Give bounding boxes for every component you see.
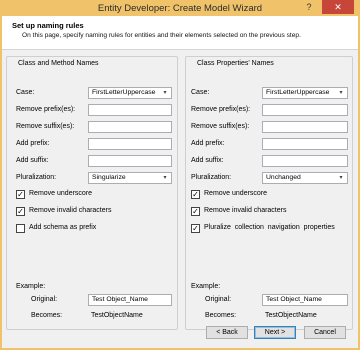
page-description: On this page, specify naming rules for e… — [22, 32, 301, 39]
remove-invalid-characters-checkbox[interactable]: ✓ — [191, 207, 200, 216]
case-select-value: FirstLetterUppercase — [92, 89, 156, 96]
add-suffix-label: Add suffix: — [16, 157, 49, 164]
chevron-down-icon: ▾ — [163, 90, 167, 96]
wizard-header: Set up naming rules On this page, specif… — [2, 16, 358, 50]
title-bar[interactable]: Entity Developer: Create Model Wizard ? … — [0, 0, 360, 16]
next-button[interactable]: Next > — [254, 326, 296, 339]
original-label: Original: — [31, 296, 58, 303]
back-button[interactable]: < Back — [206, 326, 248, 339]
remove-prefix-input[interactable] — [88, 104, 172, 116]
original-example-field[interactable]: Test Object_Name — [88, 294, 172, 306]
dialog-client-area: Set up naming rules On this page, specif… — [2, 16, 358, 348]
class-method-names-group: Class and Method Names Case: FirstLetter… — [6, 56, 178, 330]
group-title: Class Properties' Names — [196, 60, 275, 67]
pluralization-select[interactable]: Singularize ▾ — [88, 172, 172, 184]
add-schema-prefix-label: Add schema as prefix — [29, 224, 97, 231]
original-label: Original: — [205, 296, 232, 303]
add-schema-prefix-checkbox[interactable] — [16, 224, 25, 233]
close-button[interactable]: ✕ — [322, 0, 354, 14]
remove-underscore-label: Remove underscore — [29, 190, 93, 197]
pluralization-select-value: Unchanged — [266, 174, 301, 181]
help-button[interactable]: ? — [300, 0, 318, 14]
add-suffix-input[interactable] — [262, 155, 348, 167]
remove-suffix-label: Remove suffix(es): — [16, 123, 75, 130]
original-example-field[interactable]: Test Object_Name — [262, 294, 348, 306]
becomes-example-value: TestObjectName — [91, 312, 143, 319]
cancel-button[interactable]: Cancel — [304, 326, 346, 339]
case-label: Case: — [16, 89, 35, 96]
case-select[interactable]: FirstLetterUppercase ▾ — [88, 87, 172, 99]
wizard-window: Entity Developer: Create Model Wizard ? … — [0, 0, 360, 350]
example-label: Example: — [16, 283, 46, 290]
remove-underscore-checkbox[interactable]: ✓ — [16, 190, 25, 199]
add-prefix-label: Add prefix: — [16, 140, 50, 147]
remove-prefix-label: Remove prefix(es): — [191, 106, 251, 113]
page-title: Set up naming rules — [12, 21, 84, 30]
becomes-example-value: TestObjectName — [265, 312, 317, 319]
add-prefix-label: Add prefix: — [191, 140, 225, 147]
pluralize-navigation-properties-label: Pluralize collection navigation properti… — [204, 224, 335, 231]
remove-suffix-input[interactable] — [262, 121, 348, 133]
case-label: Case: — [191, 89, 210, 96]
add-prefix-input[interactable] — [262, 138, 348, 150]
example-label: Example: — [191, 283, 221, 290]
chevron-down-icon: ▾ — [339, 90, 343, 96]
add-suffix-input[interactable] — [88, 155, 172, 167]
chevron-down-icon: ▾ — [339, 175, 343, 181]
group-title: Class and Method Names — [17, 60, 100, 67]
pluralization-select[interactable]: Unchanged ▾ — [262, 172, 348, 184]
remove-prefix-label: Remove prefix(es): — [16, 106, 76, 113]
remove-underscore-label: Remove underscore — [204, 190, 268, 197]
case-select[interactable]: FirstLetterUppercase ▾ — [262, 87, 348, 99]
remove-prefix-input[interactable] — [262, 104, 348, 116]
remove-suffix-input[interactable] — [88, 121, 172, 133]
pluralization-label: Pluralization: — [16, 174, 57, 181]
pluralize-navigation-properties-checkbox[interactable]: ✓ — [191, 224, 200, 233]
pluralization-label: Pluralization: — [191, 174, 232, 181]
remove-invalid-characters-checkbox[interactable]: ✓ — [16, 207, 25, 216]
class-properties-names-group: Class Properties' Names Case: FirstLette… — [185, 56, 353, 330]
chevron-down-icon: ▾ — [163, 175, 167, 181]
remove-invalid-characters-label: Remove invalid characters — [29, 207, 112, 214]
pluralization-select-value: Singularize — [92, 174, 126, 181]
becomes-label: Becomes: — [205, 312, 237, 319]
remove-invalid-characters-label: Remove invalid characters — [204, 207, 287, 214]
becomes-label: Becomes: — [31, 312, 63, 319]
remove-suffix-label: Remove suffix(es): — [191, 123, 250, 130]
case-select-value: FirstLetterUppercase — [266, 89, 330, 96]
remove-underscore-checkbox[interactable]: ✓ — [191, 190, 200, 199]
add-prefix-input[interactable] — [88, 138, 172, 150]
add-suffix-label: Add suffix: — [191, 157, 224, 164]
